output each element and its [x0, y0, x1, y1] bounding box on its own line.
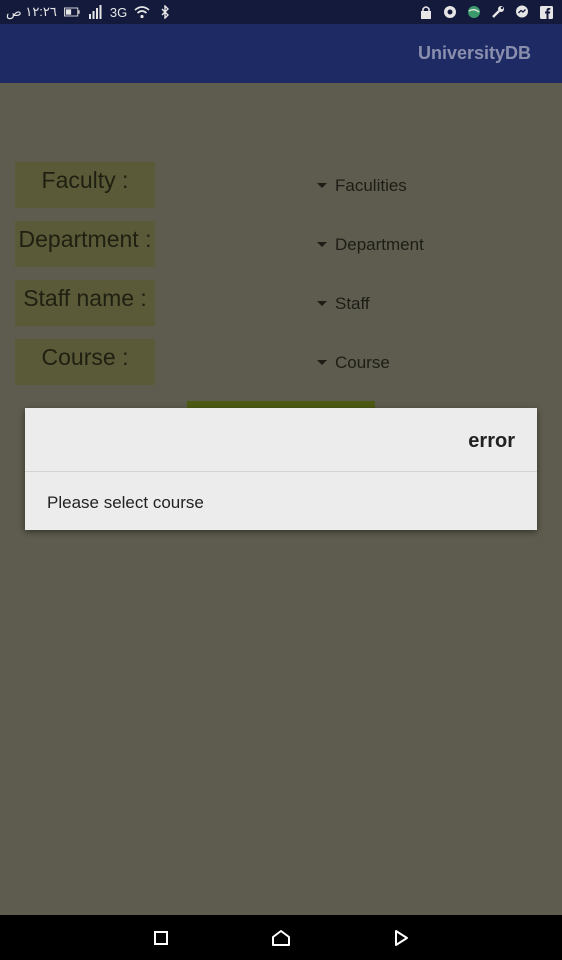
network-type: 3G: [109, 4, 128, 20]
app-title: UniversityDB: [417, 43, 531, 63]
lock-icon: [418, 4, 434, 20]
wrench-icon: [490, 4, 506, 20]
signal-icon: [87, 4, 103, 20]
spinner-value: Staff: [335, 294, 370, 313]
spinner-value: Department: [335, 235, 424, 254]
status-right: [418, 3, 554, 21]
staff-name-label: Staff name :: [15, 280, 155, 326]
dialog-divider: [25, 471, 537, 472]
navigation-bar: [0, 915, 562, 960]
bluetooth-icon: [157, 4, 173, 20]
messenger-icon: [514, 4, 530, 20]
dropdown-arrow-icon: [317, 241, 327, 247]
wifi-icon: [134, 4, 150, 20]
globe-icon: [466, 4, 482, 20]
department-label: Department :: [15, 221, 155, 267]
facebook-icon: [538, 4, 554, 20]
dropdown-arrow-icon: [317, 182, 327, 188]
dialog-title: error: [468, 430, 515, 452]
dialog-message: Please select course: [47, 493, 204, 512]
recents-icon[interactable]: [149, 926, 173, 950]
dropdown-arrow-icon: [317, 300, 327, 306]
status-left: ١٢:٢٦ ص 3G: [6, 3, 173, 21]
status-bar: ١٢:٢٦ ص 3G: [0, 0, 562, 24]
dropdown-arrow-icon: [317, 359, 327, 365]
app-bar: UniversityDB: [0, 24, 562, 83]
faculty-label: Faculty :: [15, 162, 155, 208]
spinner-value: Faculities: [335, 176, 407, 195]
back-icon[interactable]: [389, 926, 413, 950]
home-icon[interactable]: [269, 926, 293, 950]
course-spinner[interactable]: Course: [317, 350, 390, 376]
department-spinner[interactable]: Department: [317, 232, 424, 258]
course-label: Course :: [15, 339, 155, 385]
chrome-icon: [442, 4, 458, 20]
error-dialog: error Please select course: [25, 408, 537, 530]
staff-spinner[interactable]: Staff: [317, 291, 370, 317]
status-time: ١٢:٢٦ ص: [6, 4, 57, 19]
battery-icon: [63, 4, 80, 20]
faculties-spinner[interactable]: Faculities: [317, 173, 407, 199]
spinner-value: Course: [335, 353, 390, 372]
